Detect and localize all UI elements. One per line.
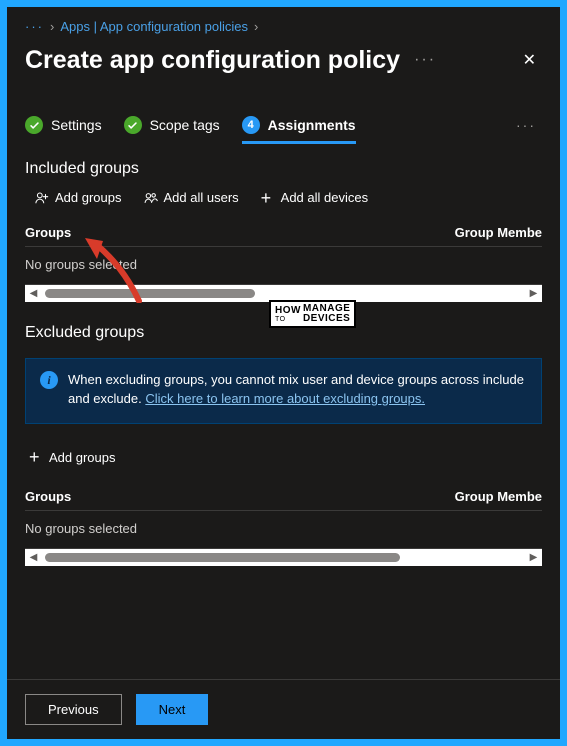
previous-button[interactable]: Previous (25, 694, 122, 725)
scroll-right-icon[interactable]: ▶ (525, 285, 542, 302)
exclusion-info-box: i When excluding groups, you cannot mix … (25, 358, 542, 424)
chevron-right-icon: › (50, 19, 54, 34)
watermark-logo: HOW TO MANAGE DEVICES (269, 300, 356, 328)
wm-devices: DEVICES (303, 314, 350, 324)
included-command-bar: Add groups Add all users + Add all devic… (25, 190, 542, 205)
excluded-table-body: No groups selected (25, 511, 542, 549)
excluded-groups-content: + Add groups Groups Group Membe No group… (7, 424, 560, 566)
info-link[interactable]: Click here to learn more about excluding… (145, 391, 425, 406)
wm-how: HOW (275, 306, 301, 316)
people-icon (144, 191, 158, 205)
excluded-add-groups-button[interactable]: + Add groups (29, 450, 116, 465)
included-groups-section: Included groups Add groups Add all users… (7, 142, 560, 302)
col-groups: Groups (25, 489, 71, 504)
tab-settings[interactable]: Settings (25, 116, 102, 142)
excluded-table-header: Groups Group Membe (25, 481, 542, 511)
plus-icon: + (261, 191, 275, 205)
scroll-right-icon[interactable]: ▶ (525, 549, 542, 566)
included-table-body: No groups selected (25, 247, 542, 285)
add-all-users-label: Add all users (164, 190, 239, 205)
tab-settings-label: Settings (51, 117, 102, 133)
title-row: Create app configuration policy ··· ✕ (7, 40, 560, 76)
tab-scope-label: Scope tags (150, 117, 220, 133)
included-empty-text: No groups selected (25, 257, 137, 272)
tab-assignments-label: Assignments (268, 117, 356, 133)
scroll-left-icon[interactable]: ◀ (25, 285, 42, 302)
excluded-empty-text: No groups selected (25, 521, 137, 536)
next-button[interactable]: Next (136, 694, 209, 725)
breadcrumb-link[interactable]: Apps | App configuration policies (60, 19, 248, 34)
add-all-devices-button[interactable]: + Add all devices (261, 190, 368, 205)
person-add-icon (35, 191, 49, 205)
close-icon[interactable]: ✕ (517, 44, 542, 76)
add-groups-label: Add groups (55, 190, 122, 205)
tab-scope-tags[interactable]: Scope tags (124, 116, 220, 142)
col-group-members: Group Membe (455, 225, 542, 240)
chevron-right-icon: › (254, 19, 258, 34)
wizard-tabs: Settings Scope tags 4 Assignments ··· (7, 76, 560, 142)
step-number-badge: 4 (242, 116, 260, 134)
tab-assignments[interactable]: 4 Assignments (242, 116, 356, 142)
title-more-icon[interactable]: ··· (414, 51, 436, 69)
wm-to: TO (275, 316, 301, 323)
page-title: Create app configuration policy (25, 46, 400, 75)
plus-icon: + (29, 450, 43, 464)
tabs-overflow-icon[interactable]: ··· (516, 117, 536, 141)
col-groups: Groups (25, 225, 71, 240)
breadcrumb: ··· › Apps | App configuration policies … (7, 7, 560, 40)
excluded-scrollbar[interactable]: ◀ ▶ (25, 549, 542, 566)
wizard-footer: Previous Next (7, 679, 560, 739)
scroll-thumb[interactable] (45, 289, 255, 298)
info-text: When excluding groups, you cannot mix us… (68, 371, 527, 409)
scroll-left-icon[interactable]: ◀ (25, 549, 42, 566)
breadcrumb-root-ellipsis[interactable]: ··· (25, 19, 44, 34)
included-heading: Included groups (25, 160, 542, 178)
info-icon: i (40, 371, 58, 389)
col-group-members: Group Membe (455, 489, 542, 504)
blade-panel: ··· › Apps | App configuration policies … (7, 7, 560, 739)
add-all-devices-label: Add all devices (281, 190, 368, 205)
check-icon (25, 116, 43, 134)
add-groups-button[interactable]: Add groups (35, 190, 122, 205)
scroll-thumb[interactable] (45, 553, 400, 562)
add-all-users-button[interactable]: Add all users (144, 190, 239, 205)
excluded-add-groups-label: Add groups (49, 450, 116, 465)
check-icon (124, 116, 142, 134)
included-table-header: Groups Group Membe (25, 217, 542, 247)
